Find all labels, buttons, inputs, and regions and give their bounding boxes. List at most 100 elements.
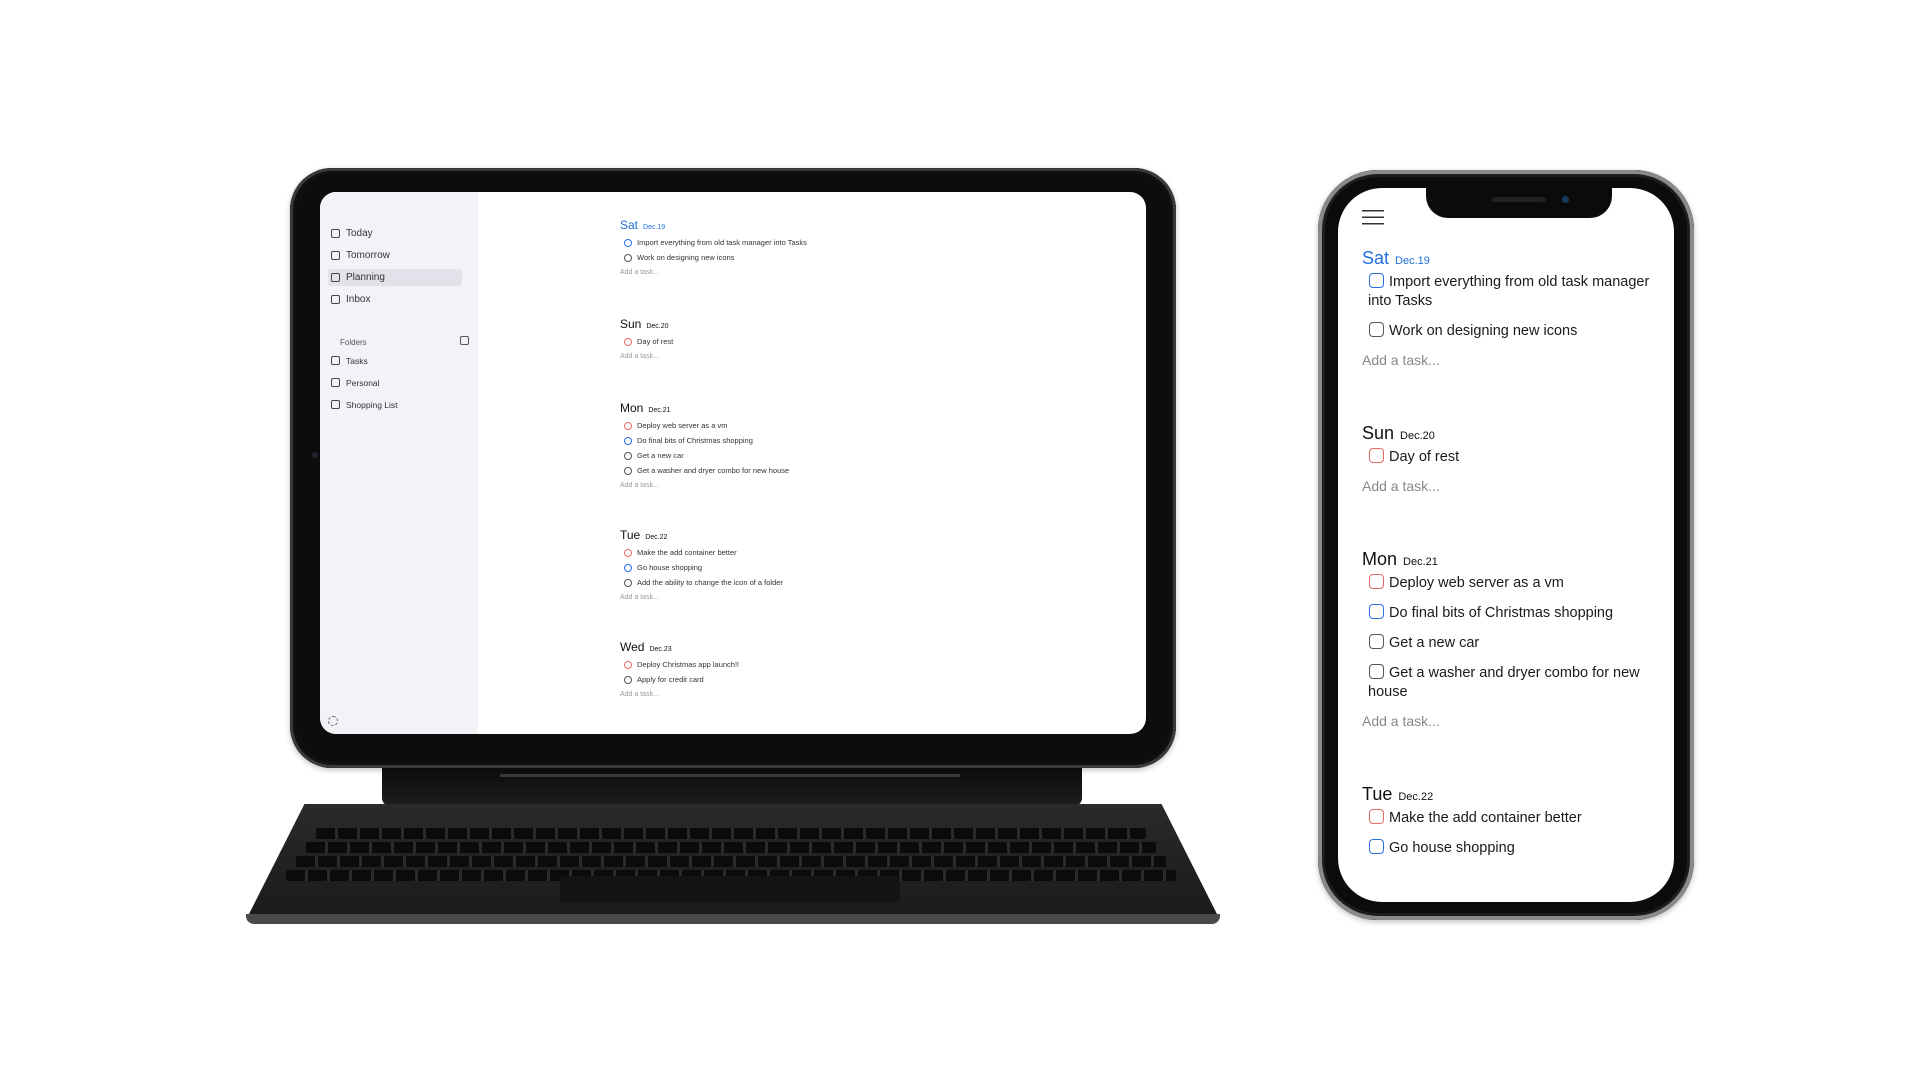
ipad-camera (312, 452, 318, 458)
add-task-input[interactable]: Add a task... (1362, 475, 1672, 497)
task-item[interactable]: Make the add container better (620, 545, 1120, 560)
task-checkbox[interactable] (624, 421, 632, 430)
day-section-mon: Mon Dec.21 Deploy web server as a vm Do f… (620, 401, 1120, 492)
day-section-mon: Mon Dec.21 Deploy web server as a vm Do f… (1362, 549, 1672, 732)
keyboard-row (306, 842, 1156, 853)
task-checkbox[interactable] (1369, 634, 1384, 649)
task-item[interactable]: Go house shopping (620, 560, 1120, 575)
add-task-input[interactable]: Add a task... (1362, 710, 1672, 732)
task-checkbox[interactable] (1369, 322, 1384, 337)
task-item[interactable]: Apply for credit card (620, 672, 1120, 687)
hamburger-menu-icon[interactable] (1362, 210, 1384, 225)
sidebar-item-label: Inbox (346, 294, 371, 305)
task-checkbox[interactable] (1369, 448, 1384, 463)
sidebar-item-today[interactable]: Today (328, 225, 462, 242)
task-text: Import everything from old task manager … (1368, 274, 1650, 309)
sidebar-item-tomorrow[interactable]: Tomorrow (328, 247, 462, 264)
planning-list: Sat Dec.19 Import everything from old tas… (620, 218, 1120, 701)
task-text: Get a new car (637, 451, 684, 460)
task-item[interactable]: Day of rest (620, 334, 1120, 349)
task-checkbox[interactable] (1369, 809, 1384, 824)
day-name: Mon (1362, 549, 1398, 569)
calendar-icon (331, 229, 340, 238)
task-item[interactable]: Add the ability to change the icon of a … (620, 575, 1120, 590)
task-text: Add the ability to change the icon of a … (637, 578, 783, 587)
add-task-input[interactable]: Add a task... (620, 590, 1120, 604)
add-task-input[interactable]: Add a task... (620, 349, 1120, 363)
task-checkbox[interactable] (624, 238, 632, 247)
task-item[interactable]: Deploy Christmas app launch!! (620, 657, 1120, 672)
task-item[interactable]: Get a new car (1362, 631, 1672, 661)
sidebar-item-label: Today (346, 228, 373, 239)
task-checkbox[interactable] (624, 548, 632, 557)
task-text: Apply for credit card (637, 675, 704, 684)
task-item[interactable]: Deploy web server as a vm (1362, 571, 1672, 601)
task-text: Import everything from old task manager … (637, 238, 807, 247)
add-task-input[interactable]: Add a task... (620, 265, 1120, 279)
task-item[interactable]: Import everything from old task manager … (620, 235, 1120, 250)
day-section-sun: Sun Dec.20 Day of rest Add a task... (620, 317, 1120, 363)
task-item[interactable]: Do final bits of Christmas shopping (1362, 601, 1672, 631)
settings-gear-icon[interactable] (328, 716, 338, 726)
task-checkbox[interactable] (624, 436, 632, 445)
folders-heading: Folders (340, 338, 367, 347)
task-item[interactable]: Import everything from old task manager … (1362, 270, 1672, 319)
folder-icon (331, 400, 340, 409)
task-checkbox[interactable] (1369, 664, 1384, 679)
task-checkbox[interactable] (624, 451, 632, 460)
task-item[interactable]: Make the add container better (1362, 806, 1672, 836)
folder-icon (331, 378, 340, 387)
task-item[interactable]: Go house shopping (1362, 836, 1672, 866)
add-task-input[interactable]: Add a task... (1362, 349, 1672, 371)
task-checkbox[interactable] (624, 578, 632, 587)
task-item[interactable]: Work on designing new icons (620, 250, 1120, 265)
task-item[interactable]: Do final bits of Christmas shopping (620, 433, 1120, 448)
task-text: Go house shopping (1389, 840, 1515, 856)
day-section-sat: Sat Dec.19 Import everything from old tas… (1362, 248, 1672, 371)
task-checkbox[interactable] (624, 466, 632, 475)
task-checkbox[interactable] (1369, 273, 1384, 288)
day-date: Dec.20 (646, 323, 669, 330)
sidebar-item-inbox[interactable]: Inbox (328, 291, 462, 308)
task-checkbox[interactable] (1369, 839, 1384, 854)
day-section-wed: Wed Dec.23 Deploy Christmas app launch!! … (620, 640, 1120, 701)
task-checkbox[interactable] (1369, 574, 1384, 589)
day-date: Dec.20 (1400, 430, 1435, 442)
task-checkbox[interactable] (624, 675, 632, 684)
planning-list-mobile: Sat Dec.19 Import everything from old tas… (1362, 248, 1672, 866)
inbox-icon (331, 295, 340, 304)
task-item[interactable]: Work on designing new icons (1362, 319, 1672, 349)
task-item[interactable]: Get a washer and dryer combo for new hou… (1362, 661, 1672, 710)
sidebar-folder-tasks[interactable]: Tasks (328, 352, 462, 369)
sidebar-folder-personal[interactable]: Personal (328, 374, 462, 391)
planner-icon (331, 273, 340, 282)
speaker (1492, 197, 1546, 202)
task-checkbox[interactable] (624, 563, 632, 572)
task-text: Get a washer and dryer combo for new hou… (637, 466, 790, 475)
add-task-input[interactable]: Add a task... (620, 687, 1120, 701)
day-section-tue: Tue Dec.22 Make the add container better … (1362, 784, 1672, 866)
task-item[interactable]: Deploy web server as a vm (620, 418, 1120, 433)
task-text: Get a new car (1389, 635, 1480, 651)
task-checkbox[interactable] (1369, 604, 1384, 619)
day-date: Dec.23 (649, 646, 672, 653)
task-checkbox[interactable] (624, 337, 632, 346)
task-text: Deploy Christmas app launch!! (637, 660, 740, 669)
new-folder-icon[interactable] (460, 336, 469, 345)
task-item[interactable]: Get a washer and dryer combo for new hou… (620, 463, 1120, 478)
front-camera (1562, 196, 1569, 203)
ipad-screen: Today Tomorrow Planning Inbox Folders Ta… (320, 192, 1146, 734)
day-section-sat: Sat Dec.19 Import everything from old tas… (620, 218, 1120, 279)
keyboard-row (296, 856, 1166, 867)
task-item[interactable]: Get a new car (620, 448, 1120, 463)
task-checkbox[interactable] (624, 660, 632, 669)
sidebar-item-planning[interactable]: Planning (328, 269, 462, 286)
sidebar-folder-shopping-list[interactable]: Shopping List (328, 396, 462, 413)
folder-icon (331, 356, 340, 365)
task-checkbox[interactable] (624, 253, 632, 262)
add-task-input[interactable]: Add a task... (620, 478, 1120, 492)
task-item[interactable]: Day of rest (1362, 445, 1672, 475)
day-date: Dec.21 (648, 407, 671, 414)
day-section-sun: Sun Dec.20 Day of rest Add a task... (1362, 423, 1672, 497)
keyboard-hinge-line (500, 774, 960, 777)
